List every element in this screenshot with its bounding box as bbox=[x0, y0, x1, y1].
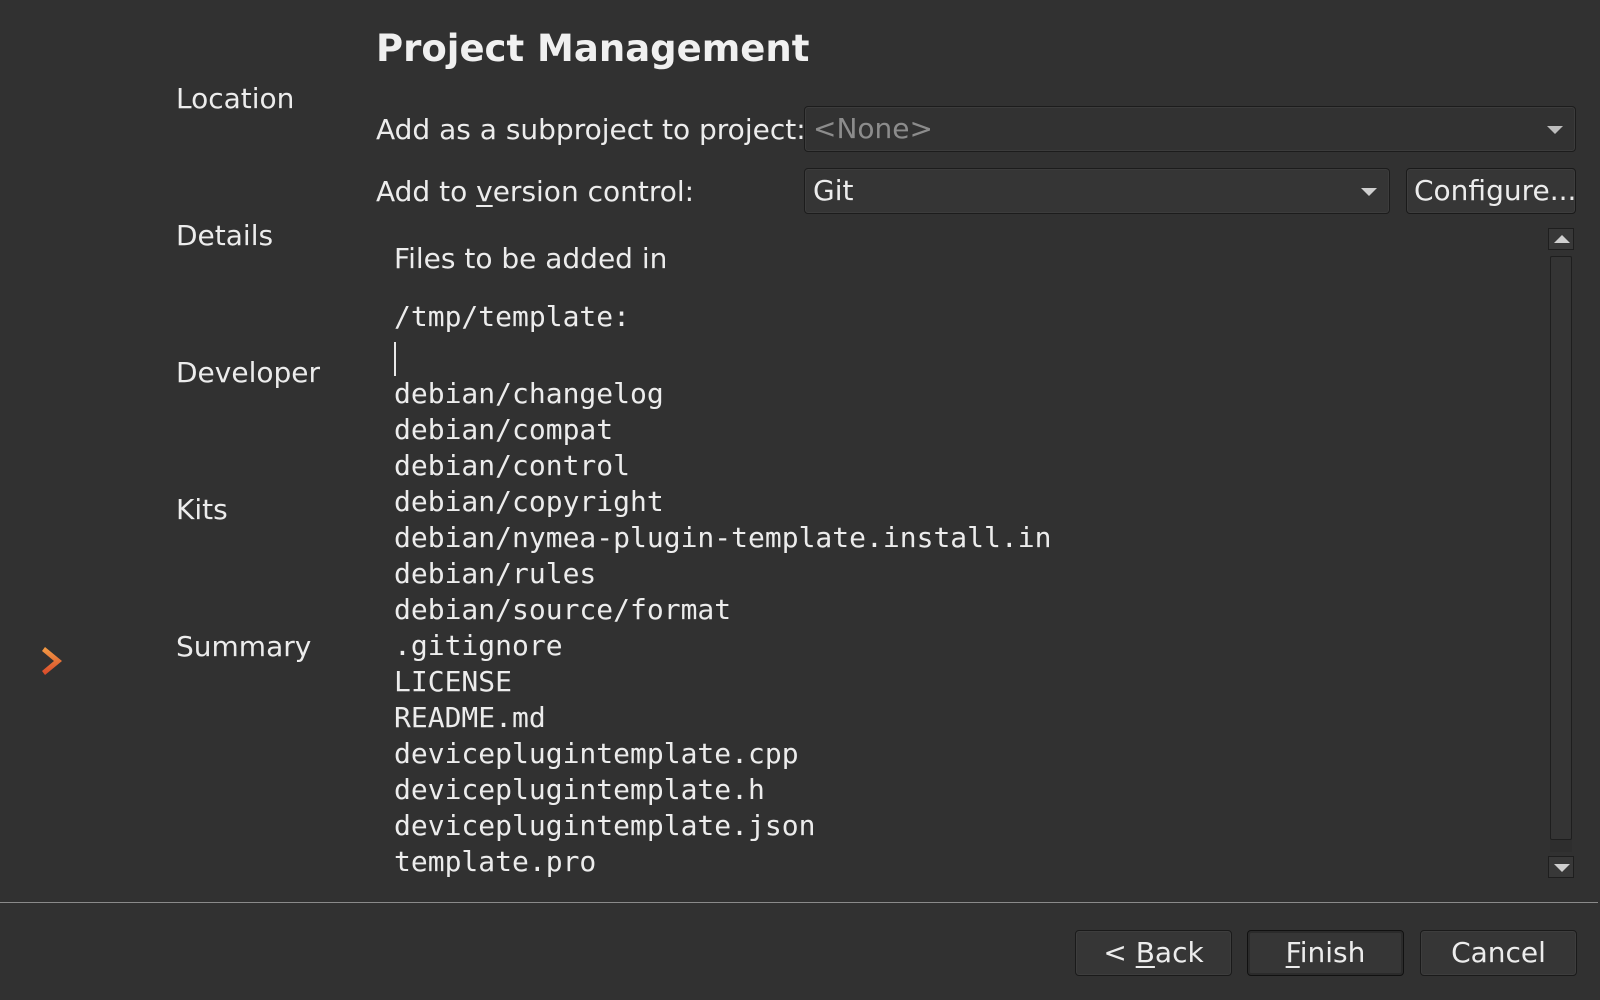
arrow-up-icon bbox=[1554, 235, 1570, 243]
version-control-combobox-value: Git bbox=[813, 174, 854, 207]
file-list-item: debian/copyright bbox=[394, 485, 664, 518]
file-list-item: LICENSE bbox=[394, 665, 513, 698]
file-list-item: template.pro bbox=[394, 845, 597, 878]
file-list-item: debian/control bbox=[394, 449, 631, 482]
subproject-combobox[interactable]: <None> bbox=[804, 106, 1576, 152]
file-list-item: deviceplugintemplate.h bbox=[394, 773, 765, 806]
sidebar-item-summary: Summary bbox=[176, 630, 312, 663]
sidebar-item-location: Location bbox=[176, 82, 295, 115]
version-control-combobox[interactable]: Git bbox=[804, 168, 1390, 214]
files-intro-text: Files to be added in bbox=[394, 242, 668, 275]
file-list-item: debian/compat bbox=[394, 413, 614, 446]
page-title: Project Management bbox=[376, 27, 810, 70]
files-summary-textarea[interactable]: Files to be added in /tmp/template: debi… bbox=[384, 228, 1544, 880]
back-button[interactable]: < Back bbox=[1075, 930, 1232, 976]
sidebar-item-kits: Kits bbox=[176, 493, 228, 526]
version-control-label-pre: Add to bbox=[376, 175, 477, 208]
text-caret bbox=[394, 342, 396, 376]
finish-button[interactable]: Finish bbox=[1247, 930, 1404, 976]
file-list-item: debian/changelog bbox=[394, 377, 664, 410]
scroll-down-button[interactable] bbox=[1548, 856, 1574, 878]
version-control-label-mnemonic: v bbox=[476, 175, 493, 208]
subproject-combobox-value: <None> bbox=[813, 112, 933, 145]
version-control-label: Add to version control: bbox=[376, 175, 694, 209]
file-list-item: debian/nymea-plugin-template.install.in bbox=[394, 521, 1052, 554]
file-list: debian/changelog debian/compat debian/cont… bbox=[394, 376, 1051, 880]
back-button-post: ack bbox=[1154, 936, 1204, 969]
subproject-label: Add as a subproject to project: bbox=[376, 113, 806, 146]
file-list-item: .gitignore bbox=[394, 629, 563, 662]
scroll-up-button[interactable] bbox=[1548, 228, 1574, 250]
current-step-arrow-icon bbox=[42, 647, 62, 675]
scroll-track[interactable] bbox=[1550, 256, 1572, 852]
file-list-item: debian/rules bbox=[394, 557, 597, 590]
back-button-pre: < bbox=[1103, 936, 1136, 969]
button-bar-separator bbox=[0, 902, 1598, 903]
finish-button-post: inish bbox=[1299, 936, 1366, 969]
chevron-down-icon bbox=[1547, 126, 1563, 134]
files-target-path: /tmp/template: bbox=[394, 300, 631, 333]
configure-button[interactable]: Configure... bbox=[1406, 168, 1576, 214]
file-list-item: debian/source/format bbox=[394, 593, 732, 626]
chevron-down-icon bbox=[1361, 188, 1377, 196]
sidebar-item-details: Details bbox=[176, 219, 274, 252]
back-button-mnemonic: B bbox=[1135, 936, 1155, 969]
file-list-item: deviceplugintemplate.cpp bbox=[394, 737, 799, 770]
file-list-item: deviceplugintemplate.json bbox=[394, 809, 816, 842]
finish-button-mnemonic: F bbox=[1285, 936, 1300, 969]
scroll-handle[interactable] bbox=[1550, 256, 1572, 840]
version-control-label-post: ersion control: bbox=[492, 175, 695, 208]
files-scrollbar[interactable] bbox=[1548, 228, 1576, 880]
cancel-button[interactable]: Cancel bbox=[1420, 930, 1577, 976]
file-list-item: README.md bbox=[394, 701, 546, 734]
arrow-down-icon bbox=[1554, 864, 1570, 872]
sidebar-item-developer: Developer bbox=[176, 356, 321, 389]
